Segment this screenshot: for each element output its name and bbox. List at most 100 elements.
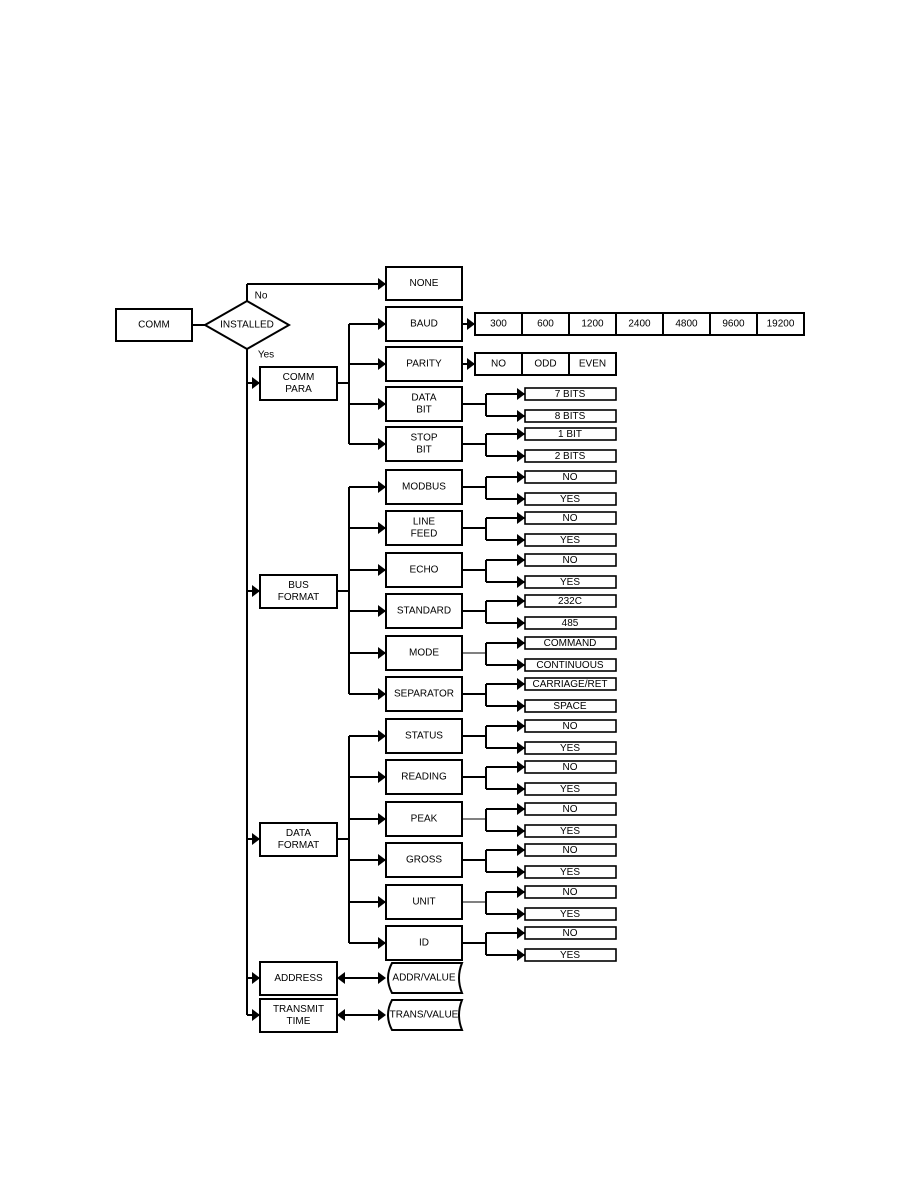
- arrowhead-icon: [378, 605, 386, 617]
- label: Yes: [258, 350, 274, 361]
- option-label: NO: [563, 555, 578, 566]
- menu-echo-box[interactable]: ECHO: [385, 552, 463, 588]
- option-no[interactable]: NO: [524, 719, 617, 733]
- arrowhead-icon: [337, 972, 345, 984]
- address-box[interactable]: ADDRESS: [259, 961, 338, 996]
- option-label: YES: [560, 909, 580, 920]
- menu-modbus-box[interactable]: MODBUS: [385, 469, 463, 505]
- option-no[interactable]: NO: [524, 802, 617, 816]
- option-label: ODD: [534, 359, 556, 370]
- option-8-bits[interactable]: 8 BITS: [524, 409, 617, 423]
- arrowhead-icon: [517, 761, 525, 773]
- group-comm-para-box[interactable]: COMMPARA: [259, 366, 338, 401]
- menu-stop-bit-box[interactable]: STOPBIT: [385, 426, 463, 462]
- menu-parity-box[interactable]: PARITY: [385, 346, 463, 382]
- option-232c[interactable]: 232C: [524, 594, 617, 608]
- arrowhead-icon: [378, 771, 386, 783]
- option-label: YES: [560, 950, 580, 961]
- arrowhead-icon: [517, 678, 525, 690]
- option-600[interactable]: 600: [521, 312, 570, 336]
- option-yes[interactable]: YES: [524, 782, 617, 796]
- option-no[interactable]: NO: [524, 926, 617, 940]
- option-2-bits[interactable]: 2 BITS: [524, 449, 617, 463]
- menu-mode-box[interactable]: MODE: [385, 635, 463, 671]
- menu-baud-box[interactable]: BAUD: [385, 306, 463, 342]
- menu-echo-box-label: ECHO: [410, 565, 439, 576]
- arrowhead-icon: [378, 730, 386, 742]
- comm-menu-flowchart: COMM INSTALLEDNoYesNONECOMMPARABAUD 300 600…: [115, 266, 805, 1033]
- option-odd[interactable]: ODD: [521, 352, 570, 376]
- option-label: NO: [563, 804, 578, 815]
- option-yes[interactable]: YES: [524, 492, 617, 506]
- option-yes[interactable]: YES: [524, 865, 617, 879]
- option-continuous[interactable]: CONTINUOUS: [524, 658, 617, 672]
- option-carriage-ret[interactable]: CARRIAGE/RET: [524, 677, 617, 691]
- option-yes[interactable]: YES: [524, 533, 617, 547]
- option-1200[interactable]: 1200: [568, 312, 617, 336]
- option-yes[interactable]: YES: [524, 824, 617, 838]
- arrowhead-icon: [378, 318, 386, 330]
- arrowhead-icon: [378, 647, 386, 659]
- option-485[interactable]: 485: [524, 616, 617, 630]
- option-command[interactable]: COMMAND: [524, 636, 617, 650]
- arrowhead-icon: [517, 410, 525, 422]
- option-no[interactable]: NO: [524, 470, 617, 484]
- group-data-format-box-label: DATA: [286, 828, 312, 839]
- none-box[interactable]: NONE: [385, 266, 463, 301]
- menu-separator-box[interactable]: SEPARATOR: [385, 676, 463, 712]
- option-space[interactable]: SPACE: [524, 699, 617, 713]
- menu-status-box[interactable]: STATUS: [385, 718, 463, 754]
- arrowhead-icon: [252, 377, 260, 389]
- option-label: 8 BITS: [555, 411, 586, 422]
- transmit-time-value-field[interactable]: TRANS/VALUE: [387, 999, 464, 1031]
- group-bus-format-box[interactable]: BUSFORMAT: [259, 574, 338, 609]
- option-even[interactable]: EVEN: [568, 352, 617, 376]
- arrowhead-icon: [517, 554, 525, 566]
- option-no[interactable]: NO: [474, 352, 523, 376]
- option-yes[interactable]: YES: [524, 575, 617, 589]
- option-no[interactable]: NO: [524, 843, 617, 857]
- arrowhead-icon: [517, 471, 525, 483]
- arrowhead-icon: [378, 522, 386, 534]
- menu-reading-box[interactable]: READING: [385, 759, 463, 795]
- arrowhead-icon: [517, 803, 525, 815]
- menu-id-box[interactable]: ID: [385, 925, 463, 961]
- option-no[interactable]: NO: [524, 511, 617, 525]
- option-label: YES: [560, 535, 580, 546]
- arrowhead-icon: [252, 972, 260, 984]
- menu-standard-box-label: STANDARD: [397, 606, 451, 617]
- option-300[interactable]: 300: [474, 312, 523, 336]
- option-7-bits[interactable]: 7 BITS: [524, 387, 617, 401]
- option-no[interactable]: NO: [524, 760, 617, 774]
- comm-box[interactable]: COMM: [115, 308, 193, 342]
- option-label: 9600: [722, 319, 745, 330]
- menu-line-feed-box[interactable]: LINEFEED: [385, 510, 463, 546]
- option-label: NO: [563, 721, 578, 732]
- none-box-label: NONE: [410, 278, 439, 289]
- option-2400[interactable]: 2400: [615, 312, 664, 336]
- group-data-format-box[interactable]: DATAFORMAT: [259, 822, 338, 857]
- option-yes[interactable]: YES: [524, 907, 617, 921]
- option-label: NO: [563, 472, 578, 483]
- option-1-bit[interactable]: 1 BIT: [524, 427, 617, 441]
- option-no[interactable]: NO: [524, 885, 617, 899]
- option-label: YES: [560, 577, 580, 588]
- menu-unit-box[interactable]: UNIT: [385, 884, 463, 920]
- menu-mode-box-label: MODE: [409, 648, 439, 659]
- option-no[interactable]: NO: [524, 553, 617, 567]
- option-yes[interactable]: YES: [524, 741, 617, 755]
- option-19200[interactable]: 19200: [756, 312, 805, 336]
- menu-gross-box[interactable]: GROSS: [385, 842, 463, 878]
- option-9600[interactable]: 9600: [709, 312, 758, 336]
- arrowhead-icon: [378, 481, 386, 493]
- menu-data-bit-box[interactable]: DATABIT: [385, 386, 463, 422]
- option-yes[interactable]: YES: [524, 948, 617, 962]
- menu-parity-box-label: PARITY: [406, 359, 442, 370]
- option-4800[interactable]: 4800: [662, 312, 711, 336]
- menu-peak-box[interactable]: PEAK: [385, 801, 463, 837]
- arrowhead-icon: [378, 278, 386, 290]
- arrowhead-icon: [517, 866, 525, 878]
- transmit-time-box[interactable]: TRANSMITTIME: [259, 998, 338, 1033]
- menu-standard-box[interactable]: STANDARD: [385, 593, 463, 629]
- address-value-field[interactable]: ADDR/VALUE: [387, 962, 464, 994]
